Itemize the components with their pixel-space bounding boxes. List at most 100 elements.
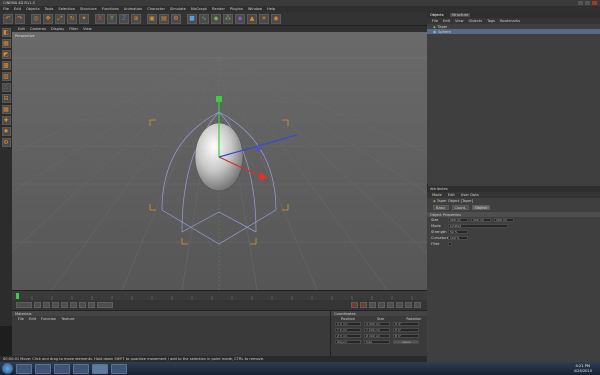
om-menu-tags[interactable]: Tags	[487, 19, 495, 23]
menu-structure[interactable]: Structure	[80, 7, 97, 11]
frame-field[interactable]	[16, 302, 32, 308]
prev-key-icon[interactable]	[43, 302, 50, 308]
menu-tools[interactable]: Tools	[45, 7, 54, 11]
camera-icon[interactable]: ◉	[271, 13, 281, 24]
tab-structure[interactable]: Structure	[449, 13, 471, 17]
menu-help[interactable]: Help	[267, 7, 275, 11]
viewport-menu-filter[interactable]: Filter	[69, 27, 78, 31]
point-level-key-icon[interactable]	[414, 302, 421, 308]
array-icon[interactable]: ⁂	[223, 13, 233, 24]
size-y-input[interactable]: 200 cm	[471, 218, 491, 222]
size-z-field[interactable]: Z 200 cm	[364, 334, 390, 338]
menu-render[interactable]: Render	[212, 7, 225, 11]
rotation-b-field[interactable]: B 0°	[393, 334, 419, 338]
viewport-scene[interactable]	[12, 32, 427, 290]
close-button[interactable]	[592, 1, 597, 5]
taskbar-media-icon[interactable]	[35, 363, 51, 374]
tab-basic[interactable]: Basic	[433, 204, 449, 210]
menu-simulate[interactable]: Simulate	[170, 7, 186, 11]
rotation-key-icon[interactable]	[396, 302, 403, 308]
viewport-menu-display[interactable]: Display	[51, 27, 64, 31]
mode-dropdown[interactable]: Limited	[448, 224, 508, 228]
taskbar-cinema4d-icon[interactable]	[92, 363, 108, 374]
menu-selection[interactable]: Selection	[58, 7, 75, 11]
tab-object[interactable]: Object	[472, 204, 490, 210]
size-y-field[interactable]: Y 200 cm	[364, 328, 390, 332]
edges-mode-icon[interactable]: ⊟	[1, 94, 11, 103]
keyframe-selection-icon[interactable]	[369, 302, 376, 308]
coordinate-mode-dropdown[interactable]: Object	[335, 340, 361, 344]
texture-mode-icon[interactable]: ▩	[1, 61, 11, 70]
next-key-icon[interactable]	[79, 302, 86, 308]
viewport-menu-view[interactable]: View	[83, 27, 92, 31]
last-tool-icon[interactable]: ✦	[79, 13, 89, 24]
menu-edit[interactable]: Edit	[14, 7, 21, 11]
polygons-mode-icon[interactable]: ▦	[1, 105, 11, 114]
redo-icon[interactable]: ↷	[15, 13, 25, 24]
model-mode-icon[interactable]: ▦	[1, 39, 11, 48]
fillet-checkbox[interactable]	[448, 242, 452, 246]
attr-menu-mode[interactable]: Mode	[432, 193, 442, 197]
cube-icon[interactable]: ■	[187, 13, 197, 24]
taskbar-firefox-icon[interactable]	[54, 363, 70, 374]
materials-menu-file[interactable]: File	[18, 317, 24, 321]
object-mode-icon[interactable]: ◩	[1, 50, 11, 59]
snap-icon[interactable]: ⚙	[1, 138, 11, 147]
next-frame-icon[interactable]	[70, 302, 77, 308]
position-key-icon[interactable]	[378, 302, 385, 308]
tab-objects[interactable]: Objects	[430, 13, 444, 17]
param-key-icon[interactable]	[405, 302, 412, 308]
scale-key-icon[interactable]	[387, 302, 394, 308]
timeline-ruler[interactable]	[12, 290, 427, 300]
move-icon[interactable]: ✥	[43, 13, 53, 24]
minimize-button[interactable]	[578, 1, 583, 5]
menu-window[interactable]: Window	[248, 7, 262, 11]
materials-menu-texture[interactable]: Texture	[61, 317, 74, 321]
z-axis-icon[interactable]: Z	[119, 13, 129, 24]
materials-menu-function[interactable]: Function	[41, 317, 56, 321]
spline-icon[interactable]: ∿	[199, 13, 209, 24]
menu-animation[interactable]: Animation	[124, 7, 142, 11]
menu-functions[interactable]: Functions	[102, 7, 119, 11]
om-menu-objects[interactable]: Objects	[469, 19, 483, 23]
axis-mode-icon[interactable]: ✚	[1, 116, 11, 125]
rotation-p-field[interactable]: P 0°	[393, 328, 419, 332]
y-axis-handle[interactable]	[216, 96, 222, 102]
apply-button[interactable]: Apply	[393, 340, 419, 344]
menu-objects[interactable]: Objects	[26, 7, 40, 11]
attr-menu-edit[interactable]: Edit	[448, 193, 455, 197]
viewport-menu-cameras[interactable]: Cameras	[30, 27, 46, 31]
object-row-sphere[interactable]: ● Sphere	[427, 29, 600, 34]
live-selection-icon[interactable]: ◎	[31, 13, 41, 24]
materials-menu-edit[interactable]: Edit	[29, 317, 36, 321]
size-x-input[interactable]: 200 cm	[448, 218, 468, 222]
size-z-input[interactable]: 200 cm	[494, 218, 514, 222]
record-icon[interactable]	[351, 302, 358, 308]
position-x-field[interactable]: X 0 cm	[335, 322, 361, 326]
render-pic-icon[interactable]: ▤	[159, 13, 169, 24]
end-frame-field[interactable]	[97, 302, 113, 308]
strength-input[interactable]: 50 %	[448, 230, 468, 234]
make-editable-icon[interactable]: ◧	[1, 28, 11, 37]
perspective-viewport[interactable]: Perspective	[12, 32, 427, 290]
autokey-icon[interactable]	[360, 302, 367, 308]
nurbs-icon[interactable]: ◆	[211, 13, 221, 24]
tweak-mode-icon[interactable]: ✸	[1, 127, 11, 136]
goto-start-icon[interactable]	[34, 302, 41, 308]
goto-end-icon[interactable]	[88, 302, 95, 308]
position-y-field[interactable]: Y 0 cm	[335, 328, 361, 332]
timeline-playhead[interactable]	[16, 293, 19, 299]
rotation-h-field[interactable]: H 0°	[393, 322, 419, 326]
menu-plugins[interactable]: Plugins	[230, 7, 243, 11]
maximize-button[interactable]	[585, 1, 590, 5]
taskbar-app-icon[interactable]	[73, 363, 89, 374]
menu-mograph[interactable]: MoGraph	[191, 7, 207, 11]
render-view-icon[interactable]: ▣	[147, 13, 157, 24]
curvature-input[interactable]: 100 %	[448, 236, 468, 240]
taskbar-window-icon[interactable]	[111, 363, 127, 374]
menu-file[interactable]: File	[3, 7, 9, 11]
om-menu-bookmarks[interactable]: Bookmarks	[500, 19, 520, 23]
workplane-icon[interactable]: ▧	[1, 72, 11, 81]
render-settings-icon[interactable]: ⚙	[171, 13, 181, 24]
size-x-field[interactable]: X 200 cm	[364, 322, 390, 326]
